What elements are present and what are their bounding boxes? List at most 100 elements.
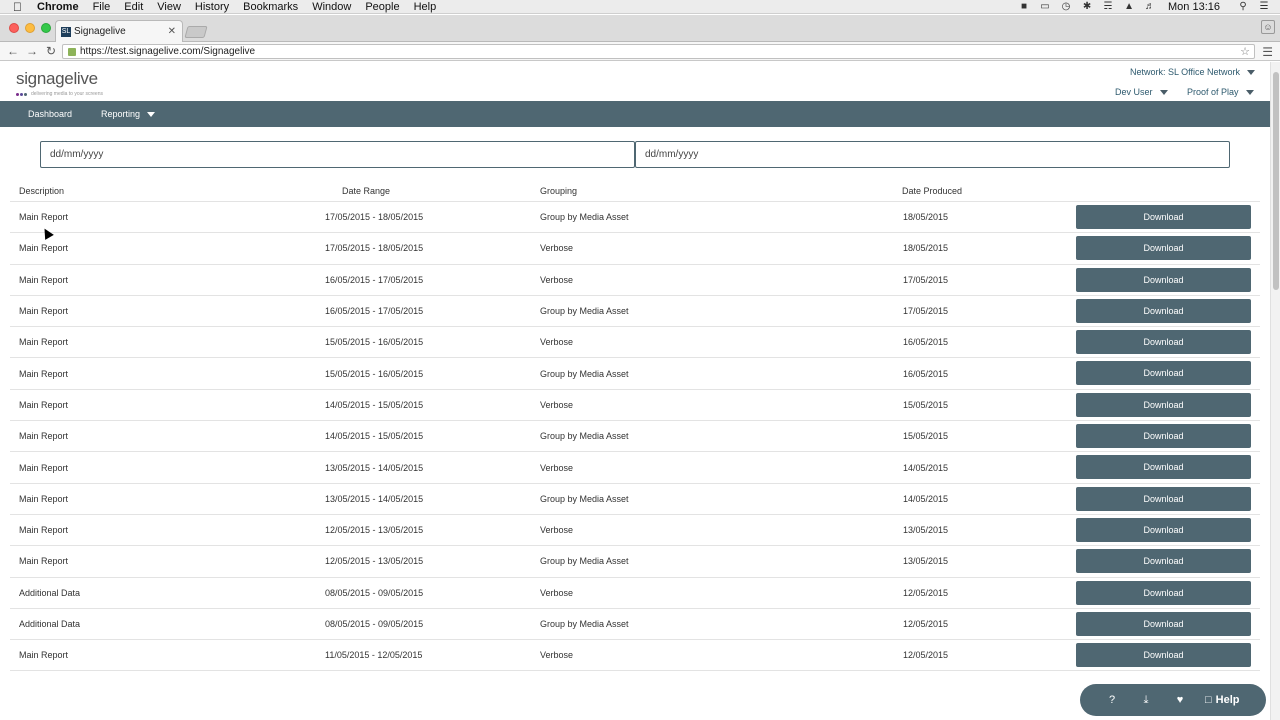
menu-file[interactable]: File — [93, 0, 111, 14]
help-label: Help — [1215, 694, 1240, 706]
reload-icon[interactable]: ↻ — [45, 44, 57, 58]
browser-tabstrip: SL Signagelive ✕ ☺ — [0, 15, 1280, 42]
forward-icon[interactable]: → — [26, 44, 38, 58]
menu-help[interactable]: Help — [414, 0, 437, 14]
macos-menubar:  Chrome File Edit View History Bookmark… — [0, 0, 1280, 14]
status-icons: ■ ▭ ◷ ✱ ☴ ▲ ♬ Mon 13:16 ⚲ ☰ — [1009, 1, 1270, 13]
profile-icon[interactable]: ☺ — [1261, 20, 1275, 34]
row-description: Main Report — [19, 650, 69, 661]
close-tab-icon[interactable]: ✕ — [168, 26, 176, 37]
row-description: Main Report — [19, 493, 69, 504]
signagelive-logo[interactable]: signagelive delivering media to your scr… — [16, 69, 103, 97]
download-button[interactable]: Download — [1076, 205, 1251, 229]
help-widget: ? ⤓ ♥ □ Help — [1080, 684, 1266, 716]
bookmark-star-icon[interactable]: ☆ — [1240, 45, 1250, 58]
menubar-clock[interactable]: Mon 13:16 — [1168, 1, 1220, 13]
minimize-window-icon[interactable] — [25, 23, 35, 33]
download-button[interactable]: Download — [1076, 517, 1251, 542]
menu-bookmarks[interactable]: Bookmarks — [243, 0, 298, 14]
row-date-range: 13/05/2015 - 14/05/2015 — [325, 493, 424, 504]
nav-dashboard-label: Dashboard — [28, 109, 73, 119]
wifi-icon[interactable]: ☴ — [1102, 1, 1114, 12]
nav-dashboard[interactable]: Dashboard — [28, 109, 72, 119]
row-date-produced: 15/05/2015 — [903, 399, 949, 410]
download-icon[interactable]: ⤓ — [1139, 693, 1153, 707]
download-button[interactable]: Download — [1076, 424, 1251, 449]
time-machine-icon[interactable]: ◷ — [1060, 1, 1072, 12]
help-button[interactable]: □ Help — [1205, 694, 1240, 706]
row-grouping: Group by Media Asset — [540, 619, 629, 629]
logo-wordmark: signagelive — [16, 69, 98, 88]
row-date-range: 08/05/2015 - 09/05/2015 — [325, 619, 424, 629]
download-button[interactable]: Download — [1076, 298, 1251, 323]
download-button[interactable]: Download — [1076, 361, 1251, 386]
header-grouping[interactable]: Grouping — [540, 186, 577, 196]
apple-icon[interactable]:  — [13, 0, 27, 14]
menu-edit[interactable]: Edit — [124, 0, 143, 14]
facetime-icon[interactable]: ■ — [1018, 1, 1030, 12]
zoom-window-icon[interactable] — [41, 23, 51, 33]
site-header: signagelive delivering media to your scr… — [0, 62, 1270, 101]
airplay-icon[interactable]: ▭ — [1039, 1, 1051, 12]
download-button[interactable]: Download — [1076, 580, 1251, 605]
menu-history[interactable]: History — [195, 0, 229, 14]
table-row: Main Report 13/05/2015 - 14/05/2015 Group … — [10, 484, 1260, 515]
table-row: Main Report 17/05/2015 - 18/05/2015 Group … — [10, 202, 1260, 234]
row-date-produced: 14/05/2015 — [903, 462, 949, 473]
spotlight-icon[interactable]: ⚲ — [1237, 1, 1249, 12]
menu-people[interactable]: People — [365, 0, 399, 14]
page-scrollbar[interactable] — [1270, 62, 1280, 720]
download-button[interactable]: Download — [1076, 330, 1251, 355]
row-grouping: Verbose — [540, 587, 574, 598]
header-date-produced[interactable]: Date Produced — [902, 186, 962, 196]
scrollbar-thumb[interactable] — [1273, 72, 1279, 290]
user-menu[interactable]: Dev User — [1115, 87, 1168, 97]
network-selector[interactable]: Network: SL Office Network — [1130, 67, 1256, 77]
row-grouping: Verbose — [540, 274, 574, 285]
chat-icon: □ — [1205, 694, 1212, 706]
row-date-range: 14/05/2015 - 15/05/2015 — [325, 431, 424, 442]
from-date-input[interactable] — [40, 141, 635, 168]
to-date-input[interactable] — [635, 141, 1230, 168]
row-date-produced: 18/05/2015 — [903, 243, 949, 254]
menu-view[interactable]: View — [157, 0, 181, 14]
row-description: Main Report — [19, 212, 69, 223]
row-date-range: 12/05/2015 - 13/05/2015 — [325, 556, 424, 567]
reports-table: Description Date Range Grouping Date Pro… — [10, 180, 1260, 691]
menu-app-chrome[interactable]: Chrome — [37, 0, 79, 14]
browser-tab-signagelive[interactable]: SL Signagelive ✕ — [55, 20, 183, 42]
download-button[interactable]: Download — [1076, 267, 1251, 292]
row-grouping: Group by Media Asset — [540, 556, 629, 567]
window-controls — [9, 23, 57, 33]
header-date-range[interactable]: Date Range — [342, 186, 390, 196]
row-grouping: Group by Media Asset — [540, 431, 629, 442]
heart-icon[interactable]: ♥ — [1173, 693, 1187, 707]
nav-reporting[interactable]: Reporting — [101, 109, 156, 119]
row-description: Additional Data — [19, 587, 81, 598]
address-bar[interactable]: https://test.signagelive.com/Signagelive… — [62, 44, 1255, 59]
download-button[interactable]: Download — [1076, 549, 1251, 574]
row-date-range: 16/05/2015 - 17/05/2015 — [325, 306, 424, 317]
download-button[interactable]: Download — [1076, 643, 1251, 668]
menu-window[interactable]: Window — [312, 0, 351, 14]
eject-icon[interactable]: ▲ — [1123, 1, 1135, 12]
row-date-produced: 13/05/2015 — [903, 525, 949, 536]
download-button[interactable]: Download — [1076, 392, 1251, 417]
download-button[interactable]: Download — [1076, 486, 1251, 511]
volume-icon[interactable]: ♬ — [1144, 1, 1156, 12]
section-menu[interactable]: Proof of Play — [1187, 87, 1254, 97]
table-row: Main Report 11/05/2015 - 12/05/2015 Verbos… — [10, 640, 1260, 672]
download-button[interactable]: Download — [1076, 455, 1251, 480]
download-button[interactable]: Download — [1076, 236, 1251, 261]
header-description[interactable]: Description — [19, 186, 64, 196]
chrome-menu-icon[interactable]: ☰ — [1262, 45, 1273, 59]
back-icon[interactable]: ← — [7, 44, 19, 58]
table-row: Main Report 15/05/2015 - 16/05/2015 Group … — [10, 358, 1260, 390]
download-button[interactable]: Download — [1076, 611, 1251, 636]
question-icon[interactable]: ? — [1105, 693, 1119, 707]
bluetooth-icon[interactable]: ✱ — [1081, 1, 1093, 12]
notification-center-icon[interactable]: ☰ — [1258, 1, 1270, 12]
row-date-range: 13/05/2015 - 14/05/2015 — [325, 462, 424, 473]
new-tab-button[interactable] — [184, 26, 208, 38]
close-window-icon[interactable] — [9, 23, 19, 33]
